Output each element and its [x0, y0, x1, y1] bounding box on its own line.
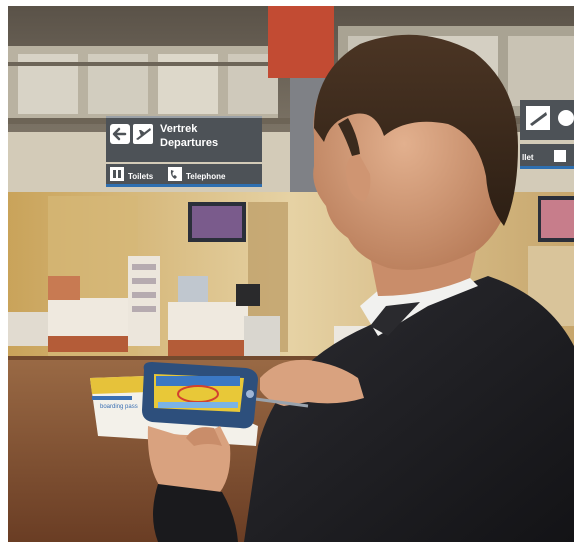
departures-sign: Vertrek Departures [106, 116, 262, 162]
arrow-left-icon [110, 124, 130, 144]
sign-line2: Departures [160, 137, 218, 149]
sign-telephone: Telephone [186, 172, 226, 181]
sign-right-label: llet [522, 153, 534, 162]
plane-departure-icon [133, 124, 153, 144]
boarding-pass-label: boarding pass [100, 404, 138, 410]
photo: Vertrek Departures Toilets Telephone lle… [8, 6, 574, 542]
left-hand [147, 426, 238, 542]
right-sign: llet [520, 100, 574, 169]
red-column [268, 6, 334, 78]
toilet-icon [110, 167, 124, 181]
pda-device [142, 362, 258, 429]
facilities-sign: Toilets Telephone [106, 164, 262, 187]
photo-scene: Vertrek Departures Toilets Telephone lle… [8, 6, 574, 542]
telephone-icon [168, 167, 182, 181]
sign-toilets: Toilets [128, 172, 154, 181]
sign-line1: Vertrek [160, 123, 198, 135]
